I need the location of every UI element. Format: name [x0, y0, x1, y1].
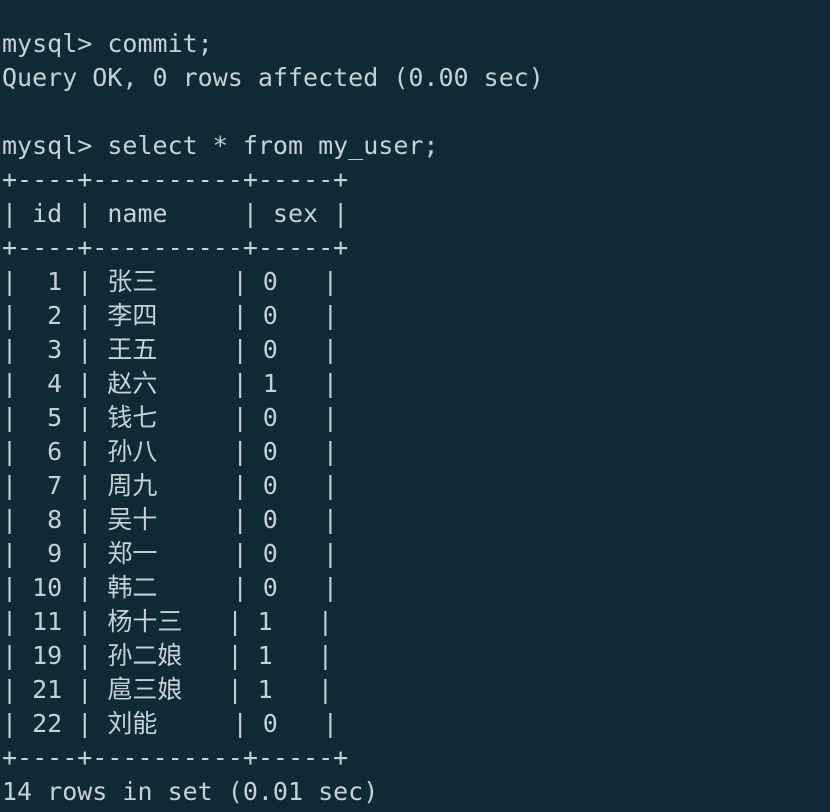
table-row: | 2 | 李四 | 0 |	[2, 301, 338, 330]
table-row: | 11 | 杨十三 | 1 |	[2, 607, 333, 636]
table-row: | 6 | 孙八 | 0 |	[2, 437, 338, 466]
table-row: | 8 | 吴十 | 0 |	[2, 505, 338, 534]
table-row: | 3 | 王五 | 0 |	[2, 335, 338, 364]
table-row: | 5 | 钱七 | 0 |	[2, 403, 338, 432]
terminal-window[interactable]: mysql> commit; Query OK, 0 rows affected…	[0, 0, 830, 812]
table-row: | 4 | 赵六 | 1 |	[2, 369, 338, 398]
output-line: Query OK, 0 rows affected (0.00 sec)	[2, 63, 544, 92]
prompt-line: mysql> commit;	[2, 29, 213, 58]
table-row: | 22 | 刘能 | 0 |	[2, 709, 338, 738]
terminal-output: mysql> commit; Query OK, 0 rows affected…	[2, 27, 544, 809]
result-summary: 14 rows in set (0.01 sec)	[2, 777, 379, 806]
table-border: +----+----------+-----+	[2, 165, 349, 194]
prompt-line: mysql> select * from my_user;	[2, 131, 439, 160]
table-row: | 7 | 周九 | 0 |	[2, 471, 338, 500]
table-row: | 19 | 孙二娘 | 1 |	[2, 641, 333, 670]
table-header: | id | name | sex |	[2, 199, 349, 228]
table-border: +----+----------+-----+	[2, 233, 349, 262]
table-border: +----+----------+-----+	[2, 743, 349, 772]
table-row: | 21 | 扈三娘 | 1 |	[2, 675, 333, 704]
table-row: | 1 | 张三 | 0 |	[2, 267, 338, 296]
table-row: | 9 | 郑一 | 0 |	[2, 539, 338, 568]
table-row: | 10 | 韩二 | 0 |	[2, 573, 338, 602]
